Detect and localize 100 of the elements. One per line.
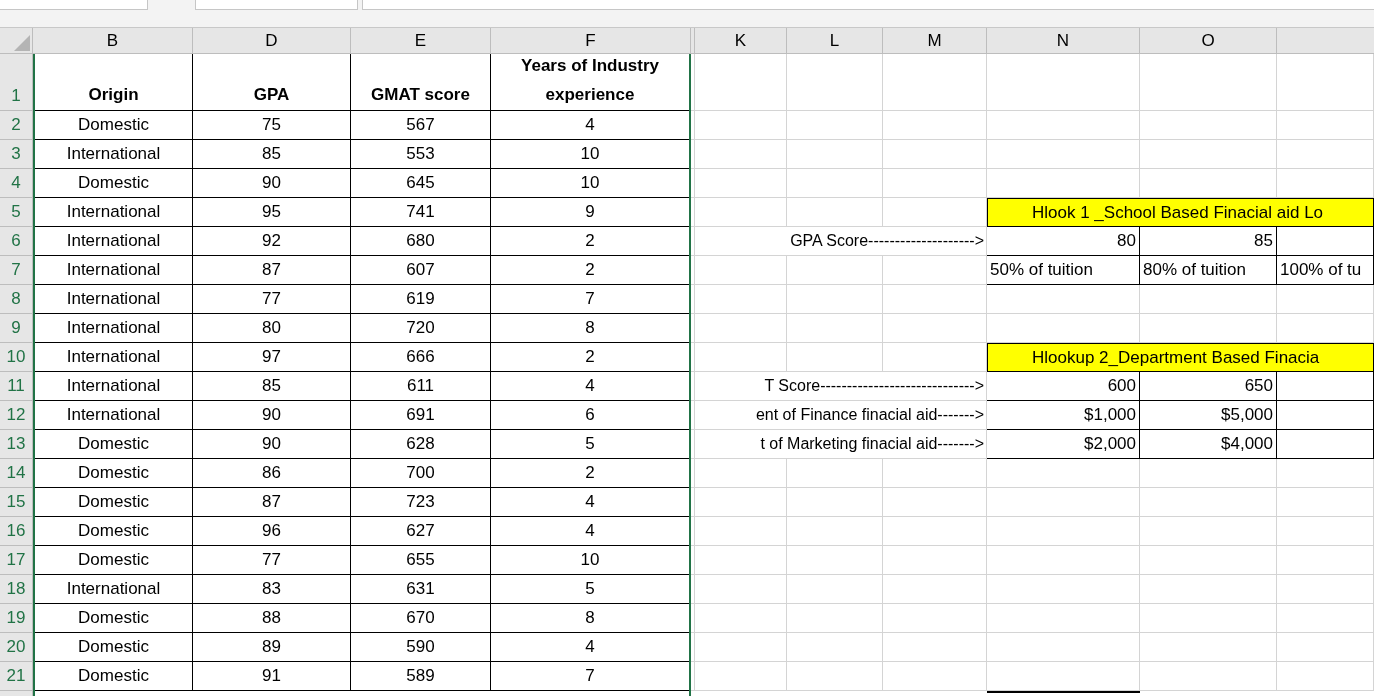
table-cell-text: 723 (406, 491, 435, 514)
table-cell-text: Domestic (78, 665, 149, 688)
table-cell-text: 5 (585, 433, 595, 456)
table-cell-text: Domestic (78, 520, 149, 543)
row-label: t of Marketing finacial aid-------> (760, 434, 984, 454)
table-cell-text: Domestic (78, 172, 149, 195)
lookup-cell-text: 100% of tu (1280, 259, 1362, 282)
table-cell-text: 590 (406, 636, 435, 659)
column-header[interactable]: D (265, 27, 278, 54)
table-cell-text: 700 (406, 462, 435, 485)
table-cell-text: 670 (406, 607, 435, 630)
table-cell-text: 87 (262, 259, 281, 282)
lookup-cell-text: $1,000 (1084, 404, 1136, 427)
column-header[interactable]: M (927, 27, 942, 54)
table-cell-text: 85 (262, 375, 281, 398)
table-cell-text: 86 (262, 462, 281, 485)
table-cell-text: 2 (585, 346, 595, 369)
table-cell-text: 2 (585, 462, 595, 485)
column-header[interactable]: L (829, 27, 840, 54)
lookup-title: Hlook 1 _School Based Finacial aid Lo (1032, 201, 1324, 224)
column-header[interactable]: N (1056, 27, 1070, 54)
formula-field[interactable] (362, 0, 1374, 10)
column-header[interactable]: B (106, 27, 119, 54)
table-cell-text: 627 (406, 520, 435, 543)
lookup-cell-text: 50% of tuition (990, 259, 1093, 282)
row-number[interactable]: 1 (11, 82, 21, 108)
table-cell-text: 4 (585, 375, 595, 398)
table-cell-text: 90 (262, 404, 281, 427)
table-cell-text: Domestic (78, 636, 149, 659)
table-cell-text: 666 (406, 346, 435, 369)
lookup-cell-text: 600 (1107, 375, 1136, 398)
table-cell-text: 9 (585, 201, 595, 224)
table-cell-text: International (66, 230, 161, 253)
table-cell-text: 96 (262, 520, 281, 543)
table-cell-text: 90 (262, 172, 281, 195)
table-cell-text: 75 (262, 114, 281, 137)
table-cell-text: 4 (585, 491, 595, 514)
column-title: GMAT score (370, 84, 471, 106)
table-cell-text: 10 (580, 549, 600, 572)
table-cell-text: Domestic (78, 433, 149, 456)
row-label: ent of Finance finacial aid-------> (755, 405, 984, 425)
table-cell-text: 2 (585, 230, 595, 253)
table-cell-text: International (66, 288, 161, 311)
table-cell-text: 553 (406, 143, 435, 166)
lookup-cell-text: 80 (1117, 230, 1136, 253)
column-header[interactable]: O (1201, 27, 1215, 54)
table-cell-text: 7 (585, 665, 595, 688)
table-cell-text: 691 (406, 404, 435, 427)
table-cell-text: 7 (585, 288, 595, 311)
table-cell-text: 720 (406, 317, 435, 340)
table-cell-text: 85 (262, 143, 281, 166)
column-header[interactable]: F (585, 27, 596, 54)
table-cell-text: Domestic (78, 462, 149, 485)
table-cell-text: 83 (262, 578, 281, 601)
table-cell-text: International (66, 346, 161, 369)
lookup-cell-text: $2,000 (1084, 433, 1136, 456)
table-cell-text: 628 (406, 433, 435, 456)
column-header[interactable]: K (734, 27, 747, 54)
table-cell-text: 4 (585, 114, 595, 137)
table-cell-text: 92 (262, 230, 281, 253)
column-title: GPA (252, 84, 291, 106)
table-cell-text: 611 (406, 375, 435, 398)
lookup-cell-text: $5,000 (1221, 404, 1273, 427)
table-cell-text: 589 (406, 665, 435, 688)
table-cell-text: 567 (406, 114, 435, 137)
table-cell-text: Domestic (78, 607, 149, 630)
table-cell-text: 680 (406, 230, 435, 253)
column-header[interactable]: E (414, 27, 427, 54)
lookup-cell-text: 80% of tuition (1143, 259, 1246, 282)
table-cell-text: International (66, 578, 161, 601)
table-cell-text: International (66, 375, 161, 398)
table-cell-text: 77 (262, 549, 281, 572)
table-cell-text: 5 (585, 578, 595, 601)
lookup-cell-text: $4,000 (1221, 433, 1273, 456)
row-label: GPA Score--------------------> (790, 231, 984, 251)
table-cell-text: 95 (262, 201, 281, 224)
table-cell-text: 631 (406, 578, 435, 601)
table-cell-text: 88 (262, 607, 281, 630)
table-cell-text: 2 (585, 259, 595, 282)
table-cell-text: International (66, 143, 161, 166)
table-cell-text: Domestic (78, 114, 149, 137)
table-cell-text: 741 (406, 201, 435, 224)
table-cell-text: International (66, 404, 161, 427)
row-label: T Score-----------------------------> (764, 376, 984, 396)
table-cell-text: International (66, 317, 161, 340)
table-cell-text: 89 (262, 636, 281, 659)
table-cell-text: 80 (262, 317, 281, 340)
name-box[interactable] (0, 0, 148, 10)
table-cell-text: 655 (406, 549, 435, 572)
table-cell-text: 87 (262, 491, 281, 514)
table-cell-text: Domestic (78, 549, 149, 572)
column-title: Years of Industry experience (520, 55, 660, 106)
lookup-cell-text: 85 (1254, 230, 1273, 253)
table-cell-text: International (66, 201, 161, 224)
lookup-title: Hlookup 2_Department Based Finacia (1032, 346, 1320, 369)
table-cell-text: 8 (585, 317, 595, 340)
table-cell-text: Domestic (78, 491, 149, 514)
table-cell-text: 645 (406, 172, 435, 195)
table-cell-text: 4 (585, 520, 595, 543)
column-title: Origin (87, 84, 140, 106)
